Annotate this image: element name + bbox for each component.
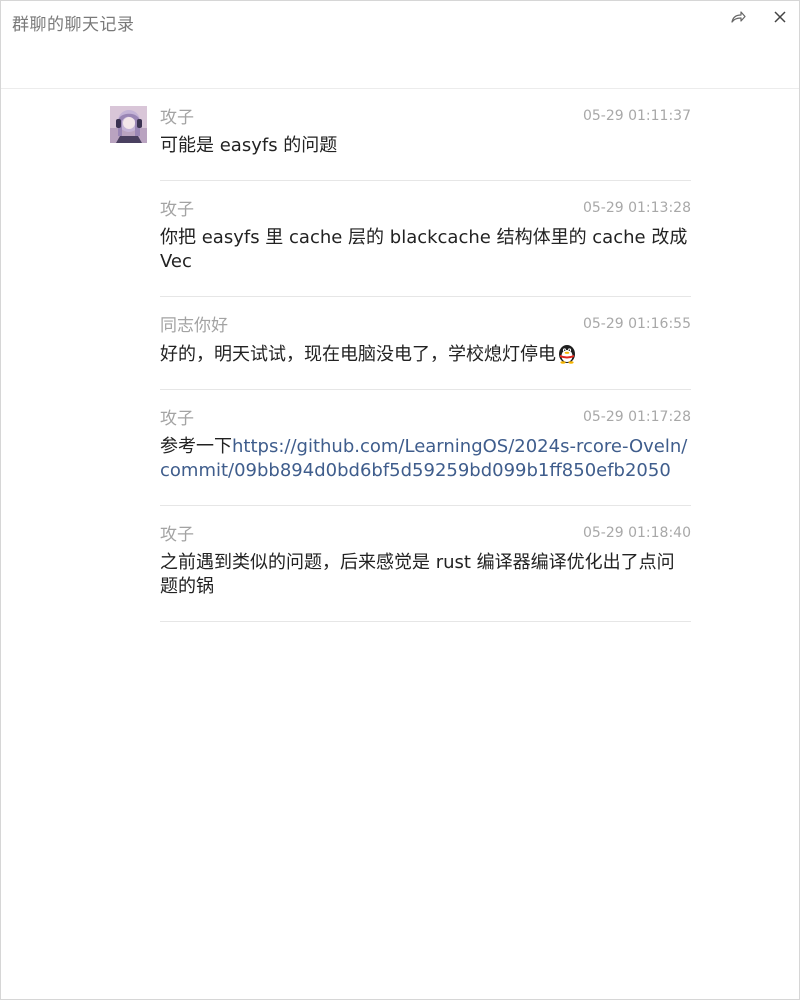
message-time: 05-29 01:13:28 — [582, 200, 691, 216]
message-item: 攻子 05-29 01:11:37 可能是 easyfs 的问题 — [110, 89, 691, 181]
commit-link[interactable]: https://github.com/LearningOS/2024s-rcor… — [160, 436, 687, 481]
message-time: 05-29 01:11:37 — [582, 108, 691, 124]
message-item: 攻子 05-29 01:17:28 参考一下https://github.com… — [160, 390, 691, 506]
message-time: 05-29 01:17:28 — [582, 409, 691, 425]
chat-history-window: 群聊的聊天记录 攻子 05-29 01:11:37 可能是 easyfs 的问题… — [0, 0, 800, 1000]
message-text: 你把 easyfs 里 cache 层的 blackcache 结构体里的 ca… — [160, 227, 688, 272]
title-bar: 群聊的聊天记录 — [1, 1, 799, 89]
close-button[interactable] — [769, 6, 791, 28]
share-button[interactable] — [727, 6, 749, 28]
avatar-image — [110, 106, 147, 143]
message-item: 攻子 05-29 01:18:40 之前遇到类似的问题，后来感觉是 rust 编… — [160, 506, 691, 622]
close-icon — [774, 11, 786, 23]
message-content: 好的，明天试试，现在电脑没电了，学校熄灯停电 — [160, 342, 691, 367]
message-text: 参考一下 — [160, 436, 232, 457]
message-text: 好的，明天试试，现在电脑没电了，学校熄灯停电 — [160, 344, 556, 365]
message-item: 攻子 05-29 01:13:28 你把 easyfs 里 cache 层的 b… — [160, 181, 691, 297]
message-list: 攻子 05-29 01:11:37 可能是 easyfs 的问题 攻子 05-2… — [1, 89, 799, 622]
message-content: 参考一下https://github.com/LearningOS/2024s-… — [160, 435, 691, 483]
penguin-emoji-icon — [559, 345, 575, 364]
message-time: 05-29 01:18:40 — [582, 525, 691, 541]
avatar[interactable] — [110, 106, 147, 143]
message-item: 同志你好 05-29 01:16:55 好的，明天试试，现在电脑没电了，学校熄灯… — [160, 297, 691, 390]
window-title: 群聊的聊天记录 — [12, 15, 135, 35]
message-text: 可能是 easyfs 的问题 — [160, 135, 338, 156]
share-arrow-icon — [731, 11, 746, 23]
message-time: 05-29 01:16:55 — [582, 316, 691, 332]
message-text: 之前遇到类似的问题，后来感觉是 rust 编译器编译优化出了点问题的锅 — [160, 552, 675, 597]
